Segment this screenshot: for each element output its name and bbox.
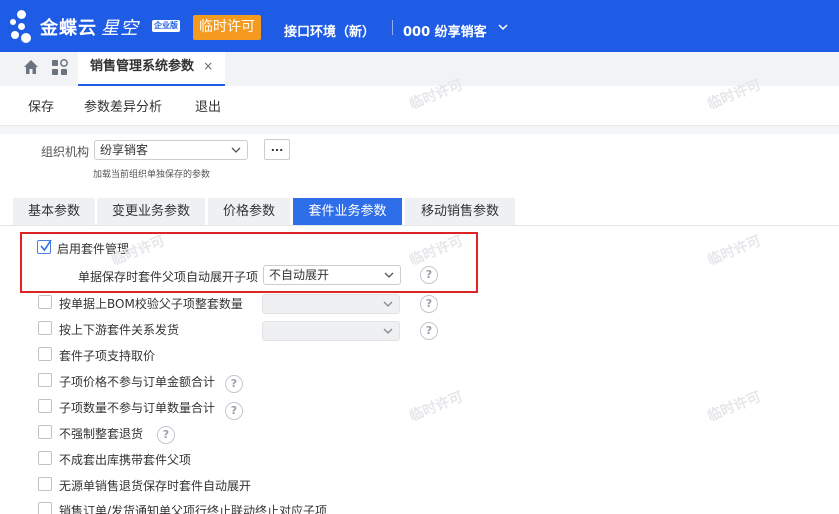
tab-change-params[interactable]: 变更业务参数 [97,198,205,225]
org-select[interactable]: 纷享销客 [94,140,248,160]
tab-kit-params[interactable]: 套件业务参数 [293,198,402,225]
unsourced-return-label: 无源单销售退货保存时套件自动展开 [59,479,252,493]
brand-title: 金蝶云 星空 [40,14,139,40]
linked-close-label: 销售订单/发货通知单父项行终止联动终止对应子项 [59,504,328,514]
qty-excluded-label: 子项数量不参与订单数量合计 [59,401,216,415]
no-force-return-label: 不强制整套退货 [59,427,144,441]
watermark: 临时许可 [705,233,764,269]
grid-icon[interactable] [51,59,68,76]
tab-sales-system-params[interactable]: 销售管理系统参数 × [78,52,226,86]
auto-expand-value: 不自动展开 [269,268,330,282]
org-more-button[interactable]: ... [264,139,290,160]
help-icon[interactable]: ? [157,426,175,444]
header-divider [392,20,393,35]
brand-main: 金蝶云 [40,18,97,39]
top-header-bar: 金蝶云 星空 企业版 临时许可 接口环境（新） 000 纷享销客 [0,0,839,52]
chevron-down-icon[interactable] [498,22,508,32]
environment-name[interactable]: 接口环境（新） [284,21,375,40]
enable-kit-checkbox[interactable] [37,239,52,254]
param-diff-button[interactable]: 参数差异分析 [84,96,162,115]
kingdee-logo-icon [8,9,38,43]
exit-button[interactable]: 退出 [195,96,221,115]
tab-basic-params[interactable]: 基本参数 [13,198,95,225]
save-button[interactable]: 保存 [28,96,54,115]
unsourced-return-checkbox[interactable] [38,477,52,491]
ship-by-relation-label: 按上下游套件关系发货 [59,323,180,337]
child-price-label: 套件子项支持取价 [59,349,156,363]
enable-kit-label: 启用套件管理 [57,242,130,256]
tab-price-params[interactable]: 价格参数 [208,198,290,225]
auto-expand-label: 单据保存时套件父项自动展开子项 [78,270,259,284]
close-icon[interactable]: × [203,59,213,73]
linked-close-checkbox[interactable] [38,502,52,514]
chevron-down-icon [383,301,393,307]
help-icon[interactable]: ? [420,266,438,284]
child-price-checkbox[interactable] [38,347,52,361]
watermark: 临时许可 [407,389,466,425]
edition-badge: 企业版 [152,20,180,32]
org-label: 组织机构 [41,145,90,159]
license-badge[interactable]: 临时许可 [193,15,261,40]
help-icon[interactable]: ? [420,295,438,313]
help-icon[interactable]: ? [420,322,438,340]
chevron-down-icon [231,147,241,153]
bom-check-label: 按单据上BOM校验父子项整套数量 [59,297,243,311]
home-icon[interactable] [22,58,40,76]
bom-check-checkbox[interactable] [38,295,52,309]
org-select-value: 纷享销客 [100,143,149,157]
org-hint-text: 加载当前组织单独保存的参数 [93,170,211,180]
organization-switcher[interactable]: 000 纷享销客 [403,21,487,40]
qty-excluded-checkbox[interactable] [38,399,52,413]
chevron-down-icon [384,272,394,278]
ship-by-relation-checkbox[interactable] [38,321,52,335]
help-icon[interactable]: ? [225,375,243,393]
help-icon[interactable]: ? [225,402,243,420]
tabs-baseline [0,225,839,226]
tab-label: 销售管理系统参数 [90,59,195,74]
chevron-down-icon [383,328,393,334]
price-excluded-label: 子项价格不参与订单金额合计 [59,375,216,389]
no-force-return-checkbox[interactable] [38,425,52,439]
no-carry-parent-checkbox[interactable] [38,451,52,465]
brand-sub: 星空 [101,18,139,39]
price-excluded-checkbox[interactable] [38,373,52,387]
ship-by-relation-select[interactable] [262,321,400,341]
auto-expand-select[interactable]: 不自动展开 [263,265,401,285]
bom-check-select[interactable] [262,294,400,314]
watermark: 临时许可 [705,389,764,425]
tab-mobile-sales-params[interactable]: 移动销售参数 [405,198,515,225]
check-icon [40,239,52,252]
no-carry-parent-label: 不成套出库携带套件父项 [59,453,192,467]
section-divider [0,126,839,134]
